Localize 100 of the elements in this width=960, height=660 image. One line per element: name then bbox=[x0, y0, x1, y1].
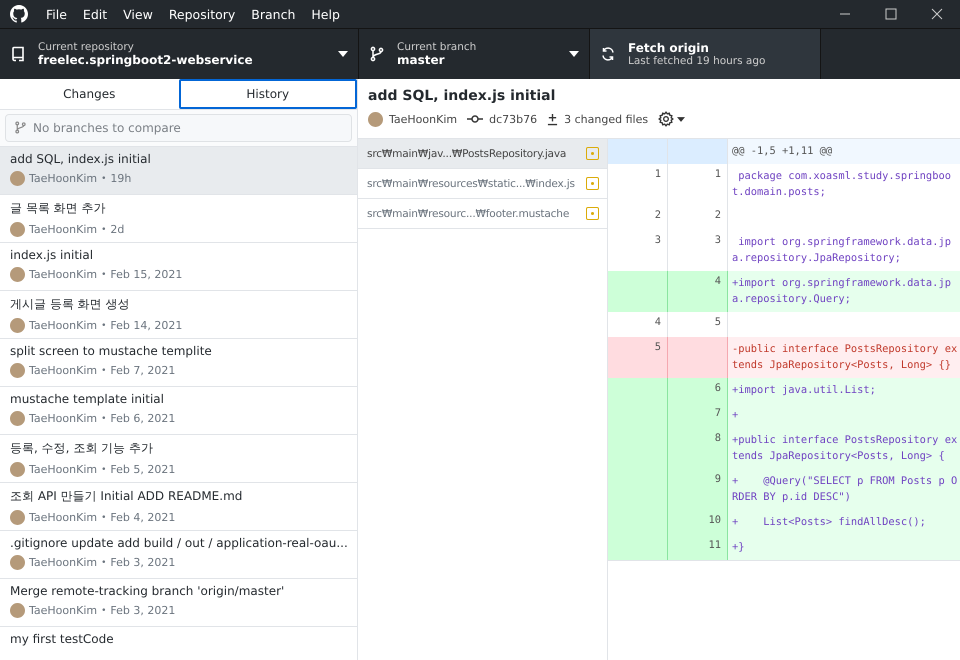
separator-dot: • bbox=[101, 512, 106, 522]
commit-author: TaeHoonKim bbox=[29, 604, 98, 617]
commit-author: TaeHoonKim bbox=[29, 268, 98, 281]
separator-dot: • bbox=[101, 224, 106, 234]
commit-item[interactable]: my first testCode bbox=[0, 627, 357, 660]
menu-item[interactable]: Repository bbox=[168, 6, 236, 22]
code-line: +import java.util.List; bbox=[731, 383, 877, 398]
commit-title: 게시글 등록 화면 생성 bbox=[10, 296, 130, 313]
menu-item[interactable]: Branch bbox=[251, 6, 296, 22]
code-line: +import org.springframework.data.jpa.repository.Query; bbox=[731, 276, 952, 307]
caret-icon bbox=[569, 51, 579, 57]
avatar-icon bbox=[368, 112, 383, 126]
new-line-number: 8 bbox=[668, 428, 728, 469]
commit-item[interactable]: index.js initial TaeHoonKim • Feb 15, 2021 bbox=[0, 243, 357, 291]
commit-time: 2d bbox=[110, 223, 124, 236]
diff-icon bbox=[547, 112, 558, 126]
commit-title: 글 목록 화면 추가 bbox=[10, 200, 106, 217]
fetch-button[interactable]: Fetch origin Last fetched 19 hours ago bbox=[590, 29, 821, 79]
commit-title: 조회 API 만들기 Initial ADD README.md bbox=[10, 488, 244, 505]
new-line-number: 10 bbox=[668, 510, 728, 535]
commit-item[interactable]: 게시글 등록 화면 생성 TaeHoonKim • Feb 14, 2021 bbox=[0, 291, 357, 339]
commit-title: 등록, 수정, 조회 기능 추가 bbox=[10, 440, 154, 457]
commit-author: TaeHoonKim bbox=[29, 172, 98, 185]
modified-icon bbox=[586, 147, 599, 160]
commit-author: TaeHoonKim bbox=[389, 112, 458, 126]
repository-icon bbox=[10, 46, 26, 62]
code-line: import org.springframework.data.jpa.repository.JpaRepository; bbox=[731, 235, 952, 266]
commit-item[interactable]: add SQL, index.js initial TaeHoonKim • 19h bbox=[0, 147, 357, 195]
new-line-number: 11 bbox=[668, 535, 728, 560]
commit-sha: dc73b76 bbox=[489, 112, 538, 126]
menu-item[interactable]: File bbox=[46, 6, 67, 22]
separator-dot: • bbox=[101, 270, 106, 280]
commit-title: .gitignore update add build / out / application-real-oau... bbox=[10, 536, 347, 550]
code-line: + bbox=[731, 408, 740, 423]
commit-time: Feb 6, 2021 bbox=[110, 412, 176, 425]
commit-time: Feb 3, 2021 bbox=[110, 604, 176, 617]
commit-item[interactable]: 조회 API 만들기 Initial ADD README.md TaeHoonKim • Feb 4, 2021 bbox=[0, 483, 357, 531]
branch-icon bbox=[14, 121, 27, 134]
new-line-number: 2 bbox=[668, 205, 728, 230]
commit-author: TaeHoonKim bbox=[29, 364, 98, 377]
code-line: + List<Posts> findAllDesc(); bbox=[731, 515, 927, 530]
commit-time: Feb 7, 2021 bbox=[110, 364, 176, 377]
code-line: +public interface PostsRepository extends JpaRepository<Posts, Long> { bbox=[731, 433, 958, 464]
octocat-logo-icon bbox=[10, 5, 28, 23]
commit-time: Feb 14, 2021 bbox=[110, 319, 182, 332]
changed-file-item[interactable]: src₩main₩resourc...₩footer.mustache bbox=[358, 199, 607, 229]
close-icon[interactable] bbox=[931, 8, 943, 20]
commit-item[interactable]: .gitignore update add build / out / application-real-oau... TaeHoonKim • Feb 3, 2021 bbox=[0, 531, 357, 579]
commit-item[interactable]: 등록, 수정, 조회 기능 추가 TaeHoonKim • Feb 5, 2021 bbox=[0, 435, 357, 483]
commit-icon bbox=[467, 114, 484, 124]
branch-icon bbox=[369, 46, 385, 62]
commit-item[interactable]: split screen to mustache templite TaeHoonKim • Feb 7, 2021 bbox=[0, 339, 357, 387]
commit-author: TaeHoonKim bbox=[29, 223, 98, 236]
avatar-icon bbox=[10, 267, 25, 282]
avatar-icon bbox=[10, 510, 25, 525]
avatar-icon bbox=[10, 411, 25, 426]
old-line-number: 2 bbox=[608, 205, 668, 230]
settings-icon bbox=[658, 111, 674, 127]
commit-author: TaeHoonKim bbox=[29, 319, 98, 332]
menu-item[interactable]: Help bbox=[311, 6, 340, 22]
separator-dot: • bbox=[101, 320, 106, 330]
separator-dot: • bbox=[101, 366, 106, 376]
commit-title: add SQL, index.js initial bbox=[368, 88, 556, 104]
branch-compare-field[interactable]: No branches to compare bbox=[5, 114, 352, 142]
separator-dot: • bbox=[101, 414, 106, 424]
tab[interactable]: History bbox=[178, 79, 357, 109]
commit-author: TaeHoonKim bbox=[29, 412, 98, 425]
changed-file-item[interactable]: src₩main₩resources₩static...₩index.js bbox=[358, 169, 607, 199]
commit-author: TaeHoonKim bbox=[29, 511, 98, 524]
commit-item[interactable]: 글 목록 화면 추가 TaeHoonKim • 2d bbox=[0, 195, 357, 243]
maximize-icon[interactable] bbox=[885, 8, 897, 20]
commit-title: split screen to mustache templite bbox=[10, 344, 213, 358]
new-line-number: 6 bbox=[668, 378, 728, 403]
commit-time: Feb 15, 2021 bbox=[110, 268, 182, 281]
new-line-number: 9 bbox=[668, 469, 728, 510]
code-line: @@ -1,5 +1,11 @@ bbox=[731, 144, 834, 159]
commit-time: Feb 4, 2021 bbox=[110, 511, 176, 524]
code-line: +} bbox=[731, 540, 746, 555]
separator-dot: • bbox=[101, 606, 106, 616]
commit-item[interactable]: Merge remote-tracking branch 'origin/master' TaeHoonKim • Feb 3, 2021 bbox=[0, 579, 357, 627]
new-line-number: 1 bbox=[668, 164, 728, 205]
avatar-icon bbox=[10, 462, 25, 477]
changed-files-count: 3 changed files bbox=[564, 112, 648, 126]
settings-button[interactable] bbox=[658, 111, 686, 127]
commit-time: Feb 3, 2021 bbox=[110, 556, 176, 569]
avatar-icon bbox=[10, 603, 25, 618]
menu-item[interactable]: Edit bbox=[82, 6, 108, 22]
old-line-number: 5 bbox=[608, 337, 668, 378]
commit-title: mustache template initial bbox=[10, 392, 165, 406]
code-line: + @Query("SELECT p FROM Posts p ORDER BY p.id DESC") bbox=[731, 474, 958, 505]
separator-dot: • bbox=[101, 464, 106, 474]
avatar-icon bbox=[10, 555, 25, 570]
menu-item[interactable]: View bbox=[123, 6, 153, 22]
commit-item[interactable]: mustache template initial TaeHoonKim • Feb 6, 2021 bbox=[0, 387, 357, 435]
separator-dot: • bbox=[101, 174, 106, 184]
code-line: -public interface PostsRepository extends JpaRepository<Posts, Long> {} bbox=[731, 342, 958, 373]
avatar-icon bbox=[10, 318, 25, 333]
modified-icon bbox=[586, 177, 599, 190]
avatar-icon bbox=[10, 222, 25, 237]
changed-file-item[interactable]: src₩main₩jav...₩PostsRepository.java bbox=[358, 139, 607, 169]
